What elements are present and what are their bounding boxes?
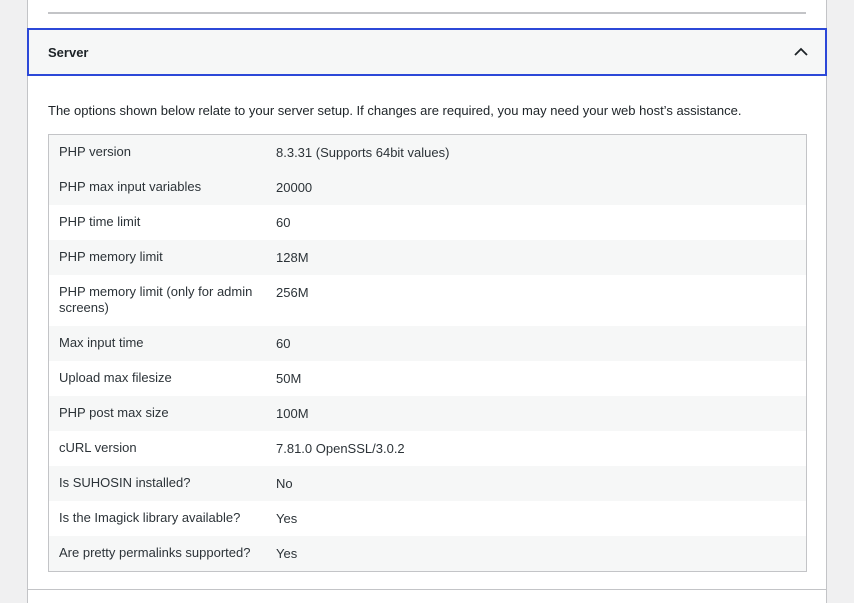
row-label: PHP memory limit [59, 249, 163, 264]
table-row: Is the Imagick library available? Yes [49, 501, 806, 536]
row-label: PHP post max size [59, 405, 169, 420]
row-label: Is the Imagick library available? [59, 510, 241, 525]
row-label: PHP memory limit (only for admin screens… [59, 284, 253, 315]
server-accordion-toggle[interactable]: Server [27, 28, 827, 76]
section-description: The options shown below relate to your s… [48, 103, 742, 118]
row-value: Yes [276, 546, 298, 561]
row-value: 100M [276, 406, 309, 421]
table-row: PHP memory limit (only for admin screens… [49, 275, 806, 326]
row-value: 7.81.0 OpenSSL/3.0.2 [276, 441, 405, 456]
row-value: Yes [276, 511, 298, 526]
table-row: PHP max input variables 20000 [49, 170, 806, 205]
row-value: 50M [276, 371, 302, 386]
row-label: PHP max input variables [59, 179, 202, 194]
row-label: Max input time [59, 335, 144, 350]
accordion-panel: Server The options shown below relate to… [27, 0, 827, 603]
next-section-divider [27, 589, 827, 590]
table-row: Is SUHOSIN installed? No [49, 466, 806, 501]
table-row: Max input time 60 [49, 326, 806, 361]
table-row: Upload max filesize 50M [49, 361, 806, 396]
table-row: PHP version 8.3.31 (Supports 64bit value… [49, 135, 806, 170]
table-row: Are pretty permalinks supported? Yes [49, 536, 806, 571]
row-label: Upload max filesize [59, 370, 172, 385]
row-value: 128M [276, 250, 309, 265]
previous-section-divider [48, 12, 806, 14]
row-label: PHP time limit [59, 214, 141, 229]
row-value: 8.3.31 (Supports 64bit values) [276, 145, 450, 160]
site-health-info-page: Server The options shown below relate to… [0, 0, 854, 603]
table-row: PHP memory limit 128M [49, 240, 806, 275]
row-value: No [276, 476, 293, 491]
row-label: cURL version [59, 440, 137, 455]
row-value: 20000 [276, 180, 313, 195]
table-row: PHP post max size 100M [49, 396, 806, 431]
server-info-table: PHP version 8.3.31 (Supports 64bit value… [48, 134, 807, 572]
chevron-up-icon [793, 44, 809, 60]
row-value: 60 [276, 336, 291, 351]
row-label: Are pretty permalinks supported? [59, 545, 251, 560]
table-row: PHP time limit 60 [49, 205, 806, 240]
row-value: 256M [276, 285, 309, 300]
accordion-title: Server [48, 44, 89, 60]
row-label: Is SUHOSIN installed? [59, 475, 191, 490]
row-label: PHP version [59, 144, 132, 159]
table-row: cURL version 7.81.0 OpenSSL/3.0.2 [49, 431, 806, 466]
row-value: 60 [276, 215, 291, 230]
